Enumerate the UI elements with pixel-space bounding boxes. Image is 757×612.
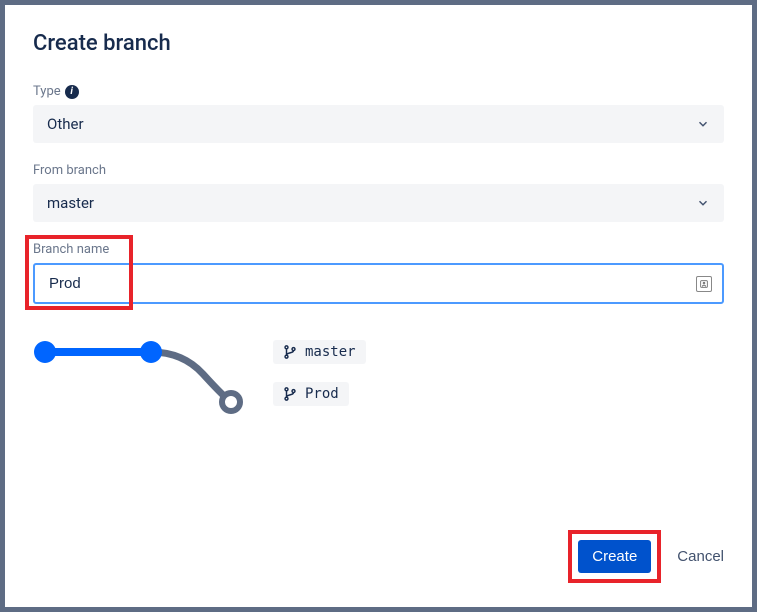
branch-name-label: Branch name [33, 242, 724, 257]
cancel-button[interactable]: Cancel [677, 548, 724, 565]
contact-card-icon [696, 276, 712, 292]
branch-visualization: master Prod [33, 334, 724, 414]
branch-graph [33, 334, 243, 414]
create-button[interactable]: Create [578, 540, 651, 573]
type-select-value: Other [47, 115, 84, 133]
chevron-down-icon [696, 117, 710, 131]
type-select[interactable]: Other [33, 105, 724, 143]
chevron-down-icon [696, 196, 710, 210]
from-branch-select[interactable]: master [33, 184, 724, 222]
from-branch-select-value: master [47, 194, 94, 212]
source-branch-chip: master [273, 340, 366, 364]
branch-name-input[interactable] [33, 263, 724, 304]
info-icon[interactable]: i [65, 85, 79, 99]
branch-icon [283, 387, 297, 401]
branch-icon [283, 345, 297, 359]
create-branch-modal: Create branch Type i Other From branch m… [5, 5, 752, 607]
modal-footer: Create Cancel [568, 530, 724, 583]
target-branch-chip: Prod [273, 382, 349, 406]
highlight-annotation: Create [568, 530, 661, 583]
modal-title: Create branch [33, 31, 724, 56]
type-label: Type i [33, 84, 724, 99]
from-branch-label: From branch [33, 163, 724, 178]
